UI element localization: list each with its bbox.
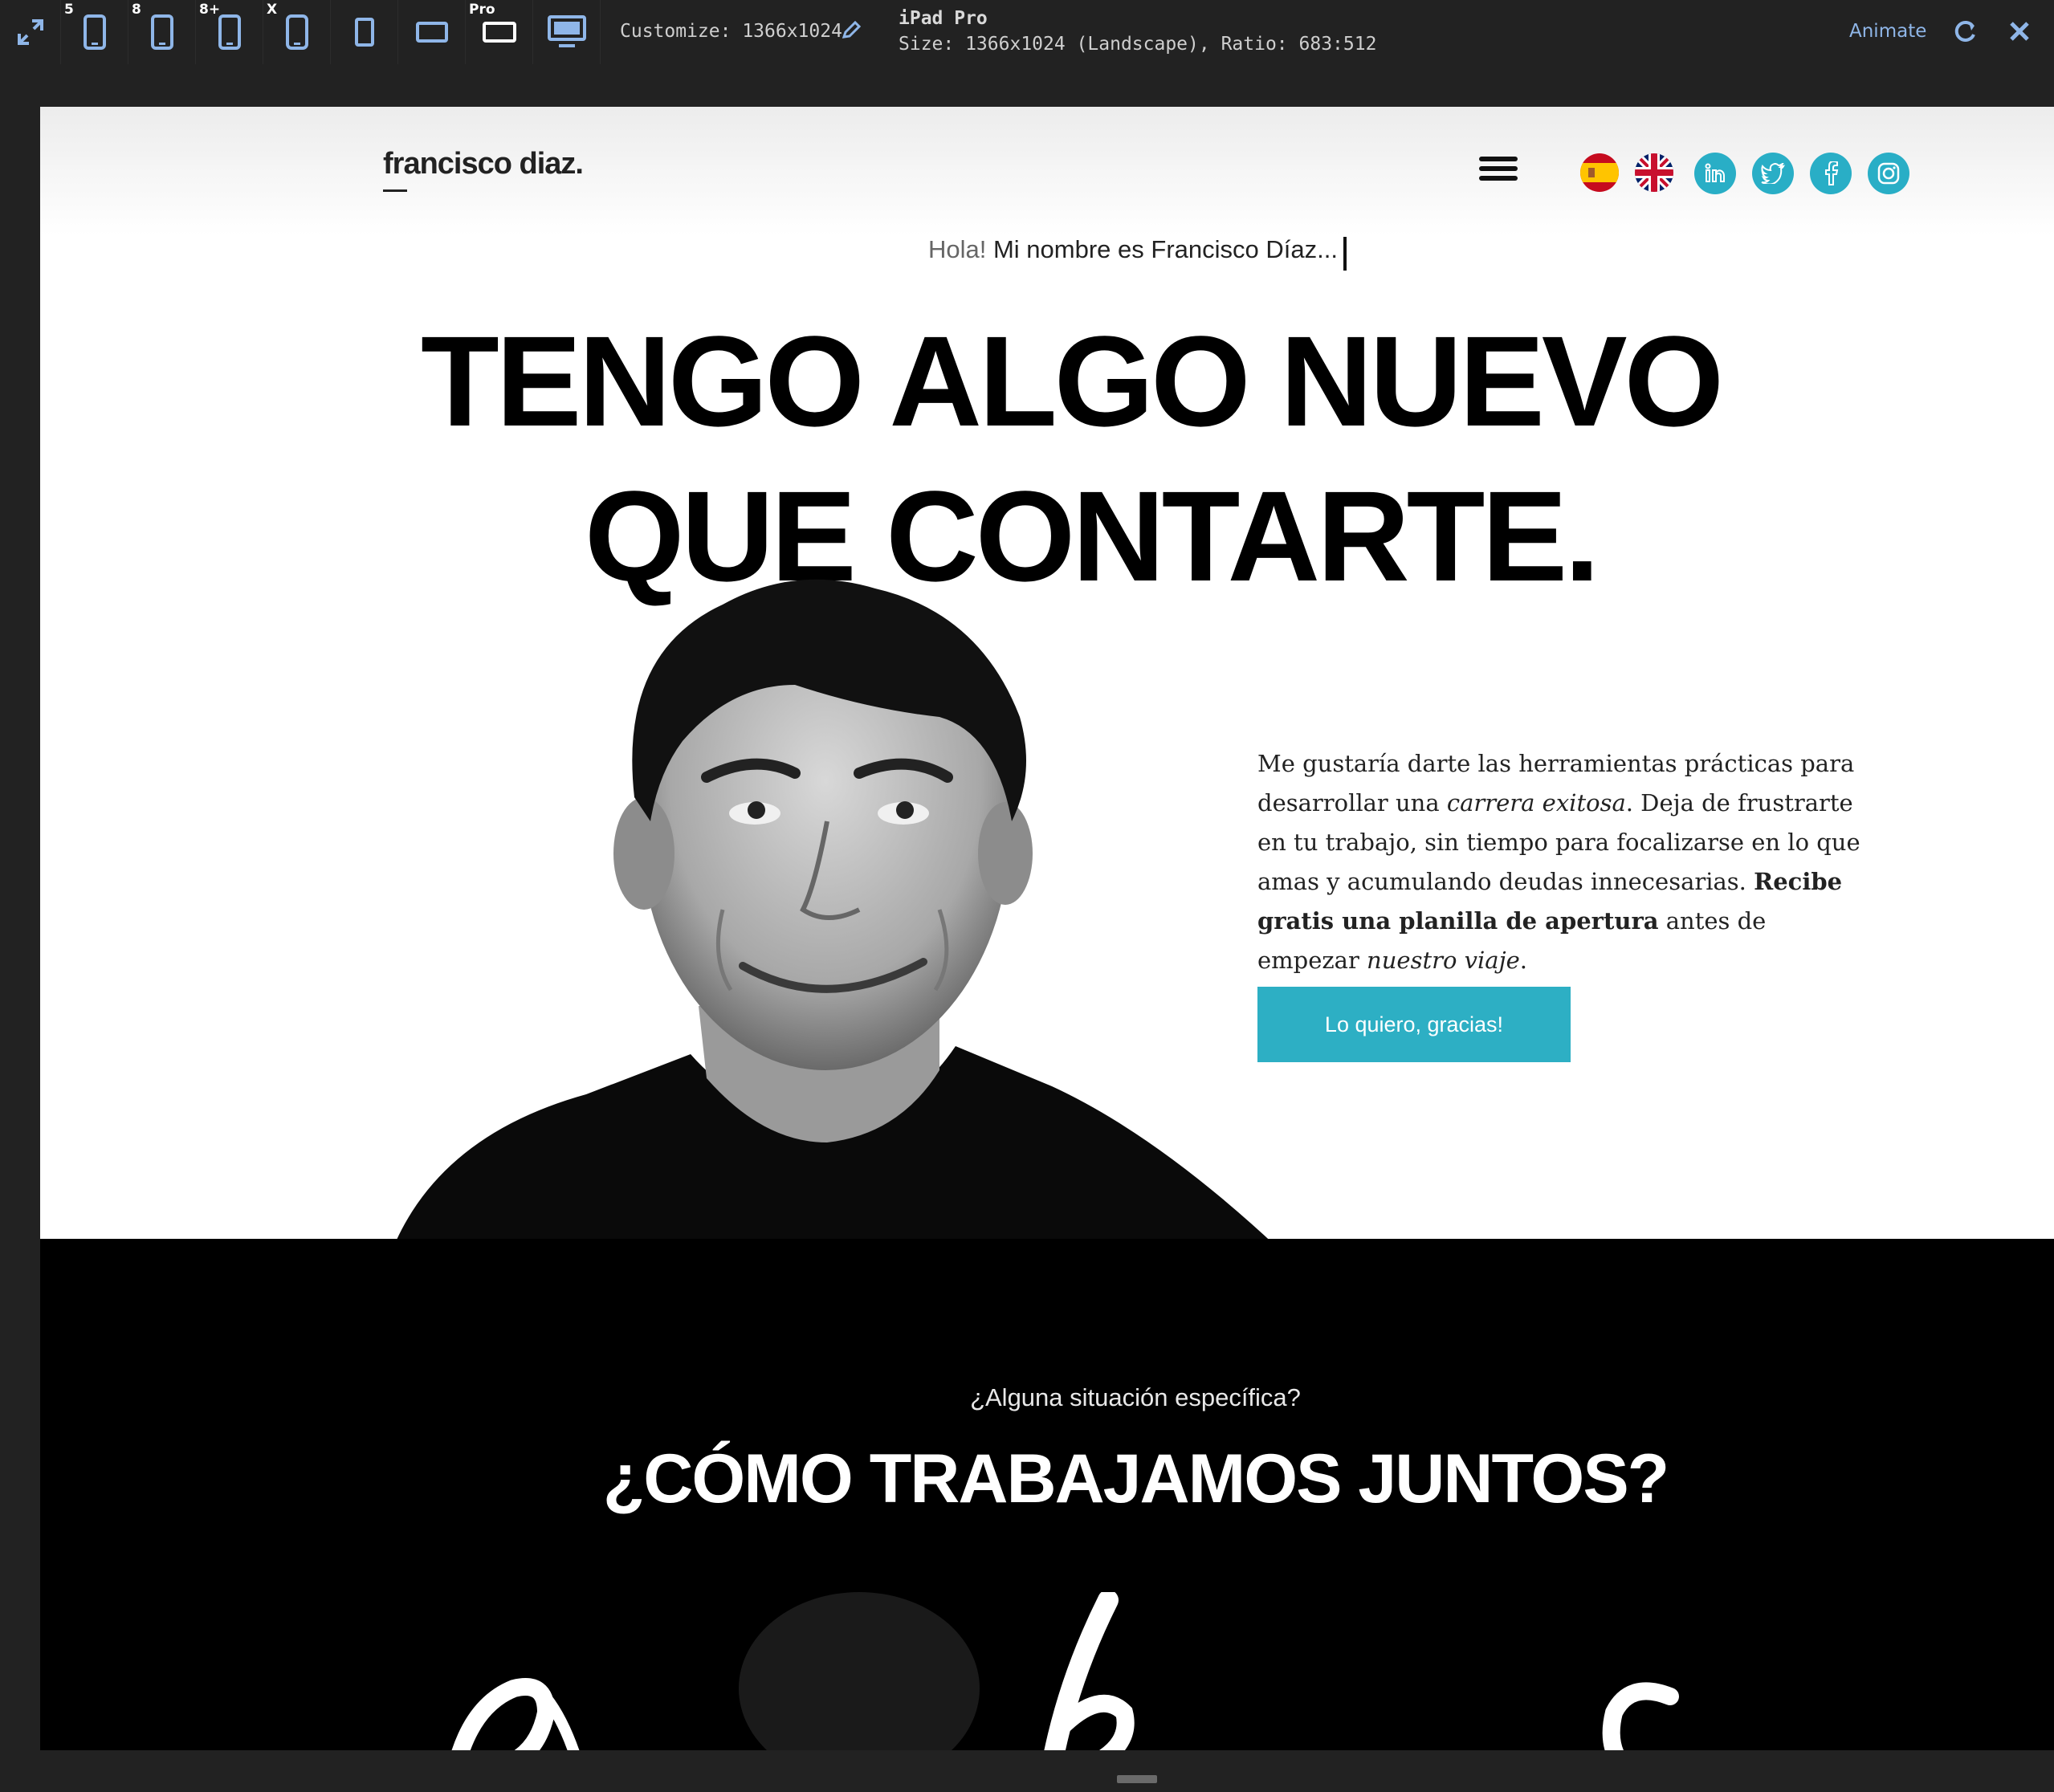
cta-button[interactable]: Lo quiero, gracias! — [1257, 987, 1571, 1062]
facebook-link[interactable] — [1810, 153, 1852, 194]
device-badge: Pro — [469, 2, 495, 18]
device-badge: 8 — [132, 2, 141, 18]
phone-icon — [83, 14, 106, 50]
site-header: francisco diaz. — [40, 107, 2054, 235]
fullscreen-icon — [17, 19, 43, 45]
menu-icon — [1479, 157, 1518, 161]
script-lettering-image — [451, 1592, 1679, 1750]
hero-headline-line1: TENGO ALGO NUEVO — [421, 309, 1724, 453]
greeting-hola: Hola! — [928, 235, 987, 263]
fullscreen-button[interactable] — [0, 0, 61, 64]
device-ipad-landscape-button[interactable] — [398, 0, 466, 64]
logo-underline — [383, 189, 407, 192]
uk-flag-icon[interactable] — [1635, 153, 1673, 192]
hero-body-text: Me gustaría darte las herramientas práct… — [1257, 744, 1868, 980]
hero-body-emphasis: carrera exitosa — [1446, 789, 1626, 817]
phone-icon — [285, 14, 308, 50]
device-iphonex-button[interactable]: X — [263, 0, 331, 64]
customize-size-label[interactable]: Customize: 1366x1024 — [620, 21, 842, 42]
section-subtitle: ¿Alguna situación específica? — [970, 1383, 1301, 1411]
hero-body-part: . — [1519, 947, 1527, 974]
phone-icon — [218, 14, 241, 50]
menu-button[interactable] — [1479, 157, 1519, 189]
greeting-rest: Mi nombre es Francisco Díaz... — [986, 235, 1338, 263]
device-iphone8-button[interactable]: 8 — [128, 0, 196, 64]
linkedin-link[interactable] — [1694, 153, 1736, 194]
menu-icon-bar — [1479, 176, 1518, 181]
device-badge: 5 — [64, 2, 74, 18]
device-desktop-button[interactable] — [533, 0, 601, 64]
rotate-icon[interactable] — [1951, 18, 1979, 45]
site-logo[interactable]: francisco diaz. — [383, 147, 584, 181]
twitter-link[interactable] — [1752, 153, 1794, 194]
phone-icon — [150, 14, 173, 50]
menu-icon-bar — [1479, 166, 1518, 171]
device-badge: X — [267, 2, 278, 18]
linkedin-icon — [1705, 163, 1725, 182]
instagram-icon — [1877, 162, 1900, 185]
section-title: ¿CÓMO TRABAJAMOS JUNTOS? — [602, 1440, 1669, 1517]
facebook-icon — [1825, 161, 1839, 185]
tablet-landscape-icon — [415, 22, 448, 43]
resize-handle[interactable] — [1117, 1775, 1157, 1783]
hero-body-emphasis: nuestro viaje — [1367, 947, 1520, 974]
device-preview-toolbar: 5 8 8+ X Pro Customize: 1366x1024 iPad P… — [0, 0, 2054, 104]
spanish-flag-icon[interactable] — [1580, 153, 1619, 192]
close-icon[interactable] — [2007, 19, 2032, 43]
how-we-work-section: ¿Alguna situación específica? ¿CÓMO TRAB… — [40, 1239, 2054, 1750]
device-iphone5-button[interactable]: 5 — [61, 0, 128, 64]
portrait-image — [393, 579, 1277, 1247]
device-size-info: Size: 1366x1024 (Landscape), Ratio: 683:… — [899, 34, 1377, 55]
greeting-text: Hola! Mi nombre es Francisco Díaz... — [928, 235, 1338, 264]
desktop-icon — [547, 15, 586, 47]
device-badge: 8+ — [199, 2, 221, 18]
pencil-icon[interactable] — [840, 19, 862, 42]
device-name: iPad Pro — [899, 8, 988, 29]
typing-caret — [1343, 237, 1347, 271]
device-ipad-button[interactable] — [331, 0, 398, 64]
instagram-link[interactable] — [1868, 153, 1909, 194]
device-viewport: francisco diaz. Hola! Mi nombre es Franc… — [40, 107, 2054, 1750]
twitter-icon — [1761, 163, 1785, 184]
device-ipad-pro-button[interactable]: Pro — [466, 0, 533, 64]
tablet-landscape-icon — [482, 22, 516, 43]
tablet-icon — [354, 18, 374, 47]
device-iphone8plus-button[interactable]: 8+ — [196, 0, 263, 64]
animate-button[interactable]: Animate — [1849, 21, 1926, 42]
